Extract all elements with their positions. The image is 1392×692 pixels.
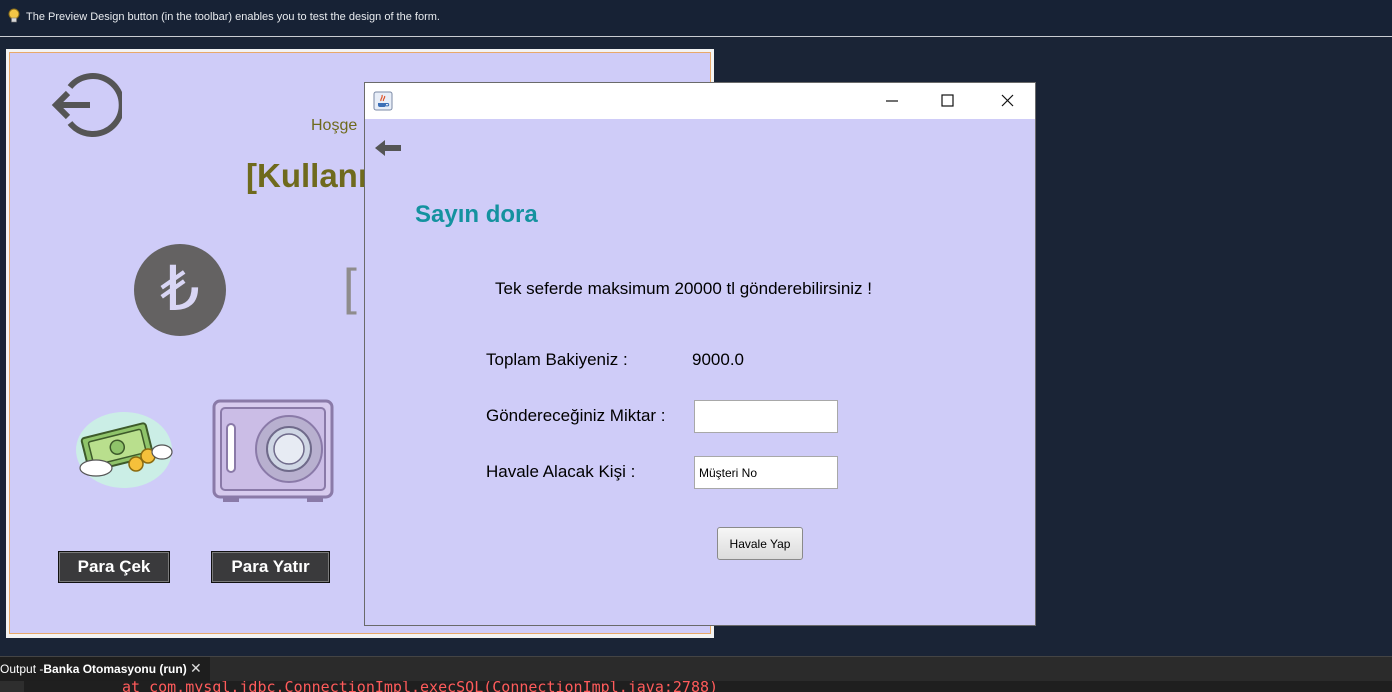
username-title: [Kullanı — [246, 157, 367, 194]
hint-bar: The Preview Design button (in the toolba… — [0, 0, 1392, 37]
output-line: at com.mysql.jdbc.ConnectionImpl.execSQL… — [122, 681, 719, 692]
amount-label: Göndereceğiniz Miktar : — [486, 406, 666, 425]
output-console: at com.mysql.jdbc.ConnectionImpl.execSQL… — [0, 681, 1392, 692]
deposit-button[interactable]: Para Yatır — [211, 551, 330, 583]
limit-notice: Tek seferde maksimum 20000 tl gönderebil… — [495, 279, 873, 298]
logout-icon[interactable] — [50, 69, 122, 141]
balance-label: Toplam Bakiyeniz : — [486, 350, 628, 369]
lira-icon: ₺ — [160, 255, 200, 324]
withdraw-button[interactable]: Para Çek — [58, 551, 170, 583]
balance-bracket-text: [ — [343, 259, 357, 315]
transfer-window: Sayın dora Tek seferde maksimum 20000 tl… — [364, 82, 1036, 626]
amount-input[interactable] — [694, 400, 838, 433]
recipient-label: Havale Alacak Kişi : — [486, 462, 636, 481]
window-titlebar[interactable] — [365, 83, 1035, 119]
output-tab-prefix: Output - — [0, 662, 44, 676]
java-app-icon — [373, 91, 393, 111]
output-tabbar: Output - Banka Otomasyonu (run) ✕ — [0, 656, 1392, 682]
safe-icon — [212, 399, 334, 502]
hint-text: The Preview Design button (in the toolba… — [26, 11, 440, 23]
minimize-icon[interactable] — [869, 83, 913, 119]
lightbulb-icon — [8, 8, 20, 23]
welcome-text: Hoşge — [311, 117, 358, 134]
recipient-input[interactable] — [694, 456, 838, 489]
balance-value: 9000.0 — [692, 350, 744, 369]
output-gutter — [0, 681, 24, 692]
back-arrow-icon[interactable] — [373, 138, 403, 158]
maximize-icon[interactable] — [925, 83, 969, 119]
output-tab-close-icon[interactable]: ✕ — [190, 660, 202, 677]
greeting-title: Sayın dora — [415, 201, 538, 228]
money-cloud-icon — [76, 412, 173, 488]
output-tab[interactable]: Output - Banka Otomasyonu (run) — [0, 657, 210, 681]
output-tab-name: Banka Otomasyonu (run) — [43, 662, 187, 676]
close-icon[interactable] — [985, 83, 1029, 119]
transfer-button[interactable]: Havale Yap — [717, 527, 803, 560]
